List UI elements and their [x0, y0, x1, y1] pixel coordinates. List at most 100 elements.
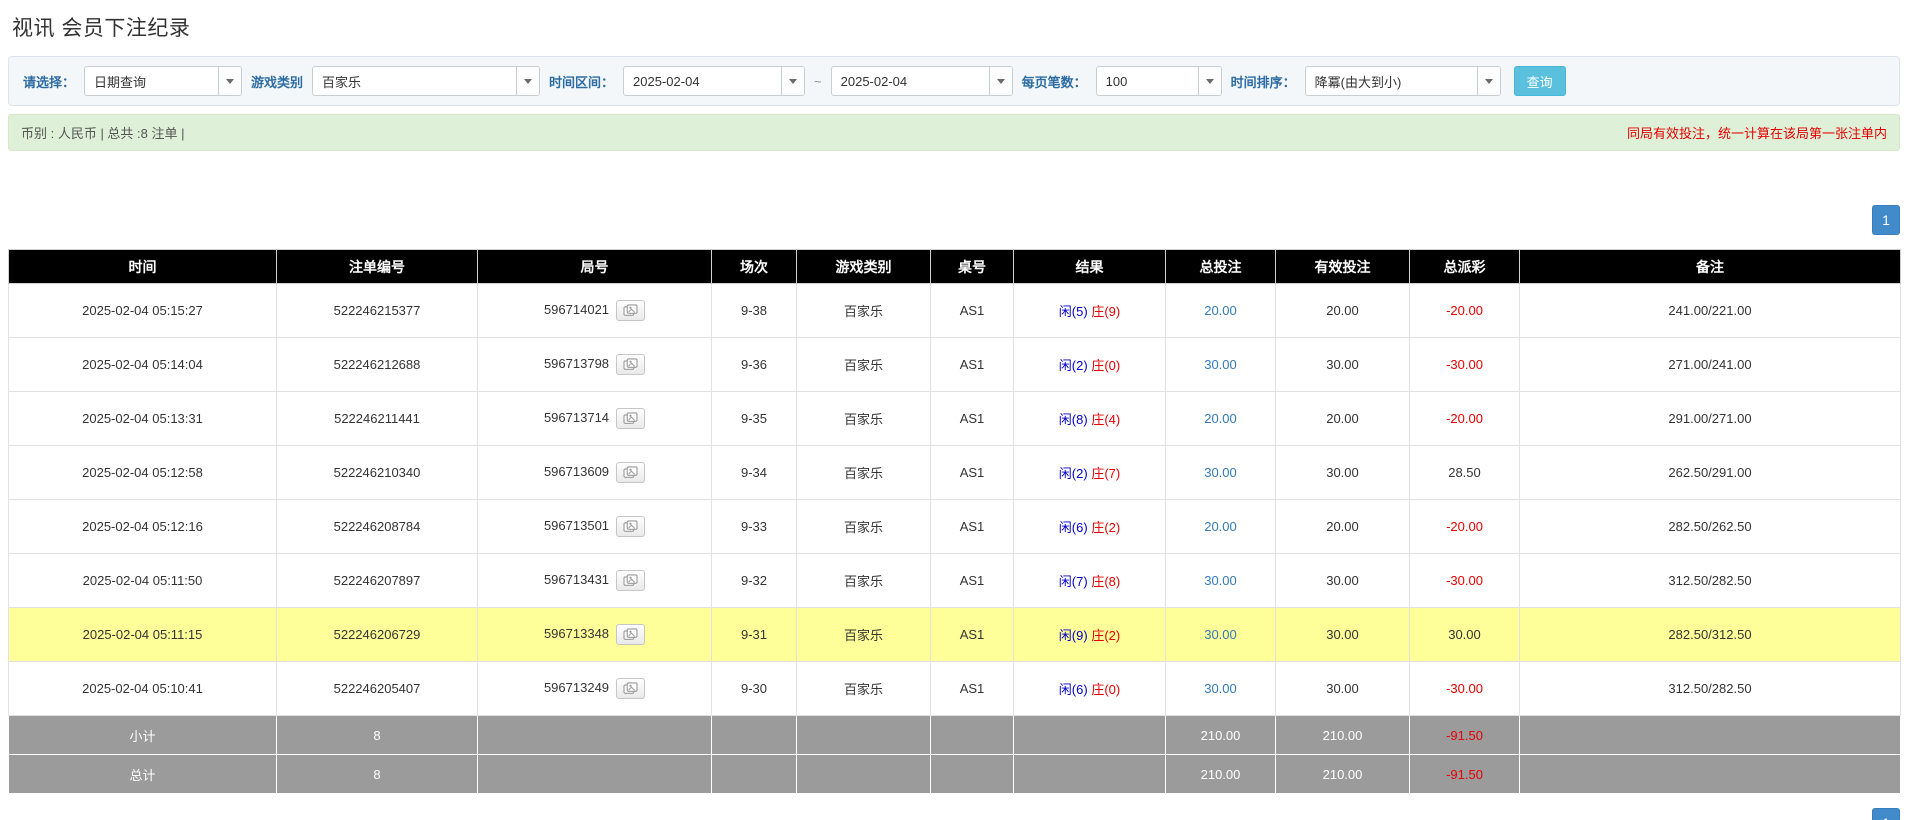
date-from-combo[interactable]: 2025-02-04: [623, 66, 805, 96]
cell-table-no: AS1: [931, 392, 1014, 446]
game-type-value: 百家乐: [313, 67, 516, 95]
card-detail-icon: [623, 520, 638, 533]
search-button[interactable]: 查询: [1514, 66, 1566, 96]
cell-bet-id: 522246212688: [277, 338, 478, 392]
cell-result: 闲(9) 庄(2): [1014, 608, 1166, 662]
round-detail-button[interactable]: [616, 624, 645, 645]
chevron-down-icon[interactable]: [516, 67, 539, 95]
table-row: 2025-02-04 05:13:31522246211441596713714…: [9, 392, 1901, 446]
table-row: 2025-02-04 05:11:15522246206729596713348…: [9, 608, 1901, 662]
pagination-top: 1: [8, 205, 1900, 235]
result-player: 闲(8): [1059, 412, 1088, 427]
table-row: 2025-02-04 05:11:50522246207897596713431…: [9, 554, 1901, 608]
summary-cell: 总计: [9, 755, 277, 794]
summary-cell: 小计: [9, 716, 277, 755]
game-type-combo[interactable]: 百家乐: [312, 66, 540, 96]
total-bet-link[interactable]: 30.00: [1204, 465, 1237, 480]
round-detail-button[interactable]: [616, 678, 645, 699]
result-banker: 庄(9): [1091, 304, 1120, 319]
cell-time: 2025-02-04 05:15:27: [9, 284, 277, 338]
summary-cell: 8: [277, 716, 478, 755]
cell-table-no: AS1: [931, 284, 1014, 338]
total-bet-link[interactable]: 30.00: [1204, 573, 1237, 588]
cell-remark: 291.00/271.00: [1520, 392, 1901, 446]
page-button-1-bottom[interactable]: 1: [1872, 808, 1900, 820]
cell-table-no: AS1: [931, 608, 1014, 662]
cell-table-no: AS1: [931, 554, 1014, 608]
cell-valid-bet: 30.00: [1276, 446, 1410, 500]
card-detail-icon: [623, 304, 638, 317]
cell-game-type: 百家乐: [797, 446, 931, 500]
cell-game-type: 百家乐: [797, 284, 931, 338]
range-separator: ~: [814, 74, 822, 89]
chevron-down-icon[interactable]: [218, 67, 241, 95]
total-bet-link[interactable]: 20.00: [1204, 519, 1237, 534]
summary-cell: [797, 755, 931, 794]
time-range-label: 时间区间：: [549, 72, 614, 91]
round-detail-button[interactable]: [616, 462, 645, 483]
result-player: 闲(6): [1059, 520, 1088, 535]
cell-total-bet: 20.00: [1166, 500, 1276, 554]
chevron-down-icon[interactable]: [781, 67, 804, 95]
cell-bet-id: 522246215377: [277, 284, 478, 338]
chevron-down-icon[interactable]: [1477, 67, 1500, 95]
round-detail-button[interactable]: [616, 354, 645, 375]
round-detail-button[interactable]: [616, 570, 645, 591]
cell-session: 9-32: [712, 554, 797, 608]
cell-payout: -30.00: [1410, 662, 1520, 716]
pagination-bottom: 1: [8, 808, 1900, 820]
result-banker: 庄(2): [1091, 628, 1120, 643]
round-detail-button[interactable]: [616, 408, 645, 429]
total-bet-link[interactable]: 20.00: [1204, 411, 1237, 426]
cell-total-bet: 30.00: [1166, 554, 1276, 608]
cell-time: 2025-02-04 05:12:16: [9, 500, 277, 554]
time-sort-combo[interactable]: 降冪(由大到小): [1305, 66, 1501, 96]
round-detail-button[interactable]: [616, 300, 645, 321]
cell-round-id: 596714021: [478, 284, 712, 338]
cell-bet-id: 522246211441: [277, 392, 478, 446]
cell-table-no: AS1: [931, 446, 1014, 500]
column-header: 局号: [478, 250, 712, 284]
page-size-combo[interactable]: 100: [1096, 66, 1222, 96]
summary-row: 总计8210.00210.00-91.50: [9, 755, 1901, 794]
result-player: 闲(2): [1059, 466, 1088, 481]
summary-cell: [478, 755, 712, 794]
column-header: 备注: [1520, 250, 1901, 284]
result-player: 闲(6): [1059, 682, 1088, 697]
summary-cell: [797, 716, 931, 755]
cell-result: 闲(5) 庄(9): [1014, 284, 1166, 338]
chevron-down-icon[interactable]: [1198, 67, 1221, 95]
cell-result: 闲(2) 庄(0): [1014, 338, 1166, 392]
summary-bar: 币别 : 人民币 | 总共 :8 注单 | 同局有效投注，统一计算在该局第一张注…: [8, 114, 1900, 151]
total-bet-link[interactable]: 20.00: [1204, 303, 1237, 318]
result-banker: 庄(7): [1091, 466, 1120, 481]
summary-cell: [712, 716, 797, 755]
date-to-combo[interactable]: 2025-02-04: [831, 66, 1013, 96]
chevron-down-icon[interactable]: [989, 67, 1012, 95]
betting-records-table: 时间注单编号局号场次游戏类别桌号结果总投注有效投注总派彩备注 2025-02-0…: [8, 249, 1901, 794]
summary-cell: 210.00: [1166, 716, 1276, 755]
page-button-1[interactable]: 1: [1872, 205, 1900, 235]
table-header-row: 时间注单编号局号场次游戏类别桌号结果总投注有效投注总派彩备注: [9, 250, 1901, 284]
summary-cell: 210.00: [1276, 716, 1410, 755]
cell-result: 闲(8) 庄(4): [1014, 392, 1166, 446]
cell-bet-id: 522246210340: [277, 446, 478, 500]
cell-remark: 282.50/262.50: [1520, 500, 1901, 554]
card-detail-icon: [623, 682, 638, 695]
total-bet-link[interactable]: 30.00: [1204, 357, 1237, 372]
cell-result: 闲(6) 庄(2): [1014, 500, 1166, 554]
query-type-combo[interactable]: 日期查询: [84, 66, 242, 96]
cell-remark: 312.50/282.50: [1520, 662, 1901, 716]
total-bet-link[interactable]: 30.00: [1204, 627, 1237, 642]
table-row: 2025-02-04 05:14:04522246212688596713798…: [9, 338, 1901, 392]
result-banker: 庄(8): [1091, 574, 1120, 589]
summary-cell: [931, 716, 1014, 755]
cell-remark: 271.00/241.00: [1520, 338, 1901, 392]
cell-remark: 241.00/221.00: [1520, 284, 1901, 338]
time-sort-label: 时间排序：: [1231, 72, 1296, 91]
round-detail-button[interactable]: [616, 516, 645, 537]
total-bet-link[interactable]: 30.00: [1204, 681, 1237, 696]
cell-game-type: 百家乐: [797, 392, 931, 446]
cell-valid-bet: 20.00: [1276, 392, 1410, 446]
cell-session: 9-36: [712, 338, 797, 392]
